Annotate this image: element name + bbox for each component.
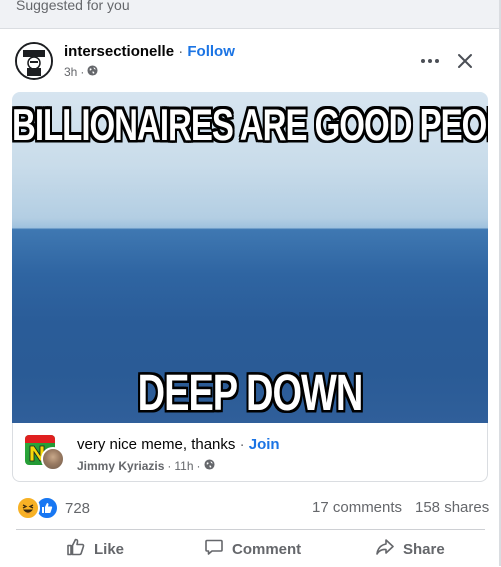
post-card: intersectionelle · Follow 3h · BILLIONAI…: [0, 28, 501, 567]
meme-top-text: BILLIONAIRES ARE GOOD PEOPLE: [12, 99, 488, 150]
close-icon[interactable]: [451, 47, 479, 75]
separator: ·: [239, 436, 245, 453]
group-post-time[interactable]: 11h: [174, 459, 193, 473]
group-line: very nice meme, thanks · Join: [77, 436, 280, 453]
post-stats: 728 17 comments 158 shares: [0, 493, 501, 521]
divider: [16, 529, 485, 530]
meme-bottom-text: DEEP DOWN: [137, 365, 364, 423]
like-button[interactable]: Like: [66, 532, 124, 566]
share-button[interactable]: Share: [375, 532, 445, 566]
author-line: intersectionelle · Follow: [64, 43, 235, 60]
reactions-summary[interactable]: 728: [16, 496, 90, 520]
more-options-icon[interactable]: [416, 47, 444, 75]
share-arrow-icon: [375, 537, 395, 561]
suggested-label: Suggested for you: [16, 0, 130, 13]
share-label: Share: [403, 540, 445, 558]
poster-name[interactable]: Jimmy Kyriazis: [77, 459, 164, 473]
reaction-count: 728: [65, 499, 91, 517]
comment-button[interactable]: Comment: [204, 532, 301, 566]
follow-button[interactable]: Follow: [187, 43, 235, 60]
like-label: Like: [94, 540, 125, 558]
shares-count[interactable]: 158 shares: [415, 499, 489, 516]
separator: ·: [196, 459, 201, 473]
thumbs-up-icon: [66, 537, 86, 561]
separator: ·: [167, 459, 172, 473]
comments-count[interactable]: 17 comments: [312, 499, 402, 516]
author-avatar[interactable]: [15, 42, 53, 80]
meme-image[interactable]: BILLIONAIRES ARE GOOD PEOPLE DEEP DOWN: [12, 92, 488, 423]
post-meta: 3h ·: [64, 65, 98, 79]
globe-icon: [203, 459, 215, 473]
shared-from-group: very nice meme, thanks · Join Jimmy Kyri…: [12, 423, 488, 482]
post-time[interactable]: 3h: [64, 65, 77, 79]
join-button[interactable]: Join: [249, 436, 280, 453]
author-name[interactable]: intersectionelle: [64, 43, 174, 60]
haha-reaction-icon: [16, 496, 40, 520]
separator: ·: [178, 43, 184, 60]
comment-bubble-icon: [204, 537, 224, 561]
globe-icon: [87, 65, 98, 79]
group-post-meta: Jimmy Kyriazis · 11h ·: [77, 459, 215, 473]
avatar-illustration: [17, 44, 51, 78]
post-actions: Like Comment Share: [0, 532, 501, 566]
comment-label: Comment: [232, 540, 302, 558]
group-name[interactable]: very nice meme, thanks: [77, 436, 235, 453]
separator: ·: [80, 65, 85, 79]
poster-avatar[interactable]: [41, 447, 65, 471]
